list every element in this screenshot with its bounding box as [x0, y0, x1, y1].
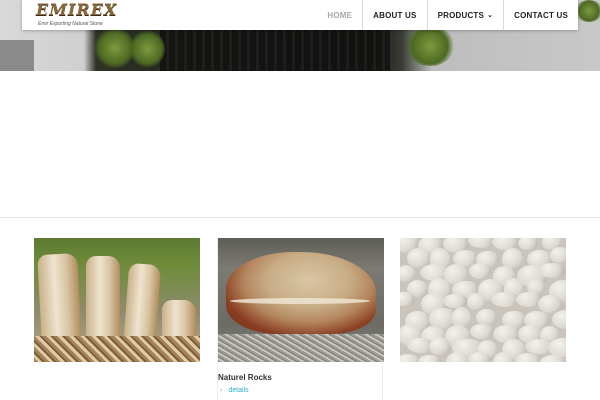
- details-label: details: [228, 387, 249, 394]
- gravel-ground: [218, 334, 384, 362]
- section-divider: [0, 217, 600, 218]
- product-image-pebbles[interactable]: [400, 238, 566, 362]
- hero-plant: [130, 30, 165, 68]
- logo-tagline: Emir Exporting Natural Stone: [38, 21, 103, 27]
- rock-vein: [230, 298, 370, 304]
- chevron-right-icon: ›: [220, 387, 223, 394]
- pebble: [418, 354, 441, 362]
- onyx-rock: [226, 252, 376, 334]
- hero-wall: [0, 40, 34, 71]
- nav-item-label: PRODUCTS: [437, 10, 485, 20]
- pebble: [445, 352, 470, 362]
- nav-item-label: ABOUT US: [373, 10, 417, 20]
- product-image-naturel-rocks[interactable]: [218, 238, 384, 362]
- main-nav: HOME ABOUT US PRODUCTS ⌄ CONTACT US: [317, 0, 578, 30]
- product-card[interactable]: [400, 238, 566, 400]
- hero-fence: [160, 30, 390, 71]
- hero-plant: [405, 26, 455, 66]
- logo-wordmark: EMIREX: [36, 0, 118, 19]
- nav-item-products[interactable]: PRODUCTS ⌄: [426, 0, 504, 30]
- pebble: [400, 292, 415, 307]
- nav-item-about-us[interactable]: ABOUT US: [362, 0, 426, 30]
- hero-plant: [575, 0, 600, 22]
- nav-item-label: CONTACT US: [514, 10, 568, 20]
- pebble: [549, 247, 566, 264]
- nav-item-home[interactable]: HOME: [317, 0, 362, 30]
- nav-item-label: HOME: [327, 10, 353, 20]
- pebble: [467, 352, 492, 362]
- product-card[interactable]: Naturel Rocks › details: [217, 238, 384, 400]
- details-link[interactable]: › details: [220, 387, 249, 394]
- hero-plant: [95, 28, 135, 68]
- site-header: EMIREX Emir Exporting Natural Stone HOME…: [22, 0, 578, 30]
- wood-chips: [34, 336, 200, 362]
- nav-item-contact-us[interactable]: CONTACT US: [503, 0, 578, 30]
- pebble: [443, 293, 469, 309]
- chevron-down-icon: ⌄: [487, 12, 494, 19]
- pebble: [517, 238, 539, 251]
- pebble: [469, 324, 495, 339]
- site-logo[interactable]: EMIREX Emir Exporting Natural Stone: [34, 0, 134, 28]
- pebble: [429, 337, 451, 357]
- product-card[interactable]: [34, 238, 200, 400]
- pebble: [467, 238, 496, 248]
- pebble: [515, 352, 541, 362]
- pebble: [466, 293, 486, 311]
- product-title[interactable]: Naturel Rocks: [218, 373, 272, 382]
- product-image-stone-pillars[interactable]: [34, 238, 200, 362]
- pebble: [539, 263, 566, 278]
- pebble: [468, 262, 491, 279]
